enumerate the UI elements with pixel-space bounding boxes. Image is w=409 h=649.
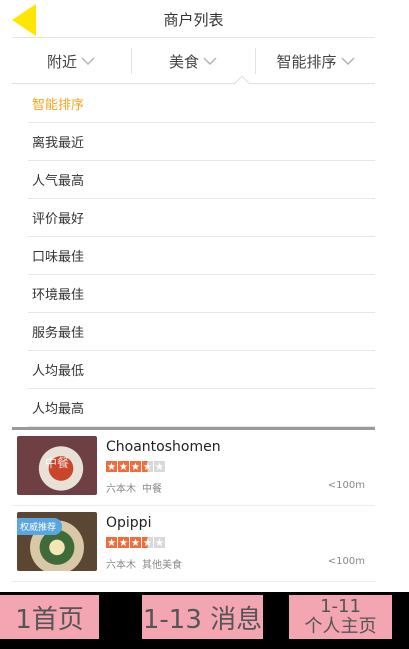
filter-category-label: 美食 — [168, 52, 199, 71]
sort-option-best-taste[interactable]: 口味最佳 — [28, 237, 375, 275]
star-icon — [142, 461, 153, 472]
sort-option-highest-price[interactable]: 人均最高 — [28, 389, 375, 427]
star-icon — [154, 461, 165, 472]
sort-option-popular[interactable]: 人气最高 — [28, 161, 375, 199]
tab-messages[interactable]: 1-13 消息 — [142, 595, 263, 639]
star-icon — [106, 537, 117, 548]
star-icon — [106, 461, 117, 472]
filter-sort[interactable]: 智能排序 — [256, 38, 375, 84]
merchant-thumbnail: 权威推荐 — [17, 512, 97, 571]
filter-distance[interactable]: 附近 — [12, 38, 130, 84]
page-title: 商户列表 — [163, 11, 224, 29]
tab-profile-label: 个人主页 — [304, 616, 377, 637]
sort-dropdown: 智能排序 离我最近 人气最高 评价最好 口味最佳 环境最佳 服务最佳 人均最低 … — [12, 85, 375, 427]
star-icon — [118, 537, 129, 548]
star-icon — [118, 461, 129, 472]
merchant-list: 中餐 Choantoshomen 六本木 中餐 <100m 权威推荐 Opippi… — [12, 430, 375, 582]
sort-option-best-rated[interactable]: 评价最好 — [28, 199, 375, 237]
chevron-down-icon — [203, 57, 217, 65]
merchant-area: 六本木 — [106, 484, 136, 495]
tab-profile[interactable]: 1-11 个人主页 — [289, 595, 392, 639]
merchant-name: Choantoshomen — [106, 439, 221, 455]
chevron-down-icon — [340, 57, 355, 65]
filter-bar: 附近 美食 智能排序 — [12, 38, 375, 84]
star-icon — [130, 461, 141, 472]
filter-distance-label: 附近 — [46, 52, 77, 71]
filter-category[interactable]: 美食 — [132, 38, 254, 84]
merchant-list-screen: 商户列表 附近 美食 智能排序 智能排序 离我最近 人气最高 评价最好 口味最佳… — [12, 0, 375, 592]
sort-option-smart[interactable]: 智能排序 — [28, 85, 375, 123]
tab-profile-number: 1-11 — [320, 596, 361, 617]
merchant-distance: <100m — [327, 556, 365, 567]
list-item[interactable]: 中餐 Choantoshomen 六本木 中餐 <100m — [12, 430, 375, 506]
star-rating — [106, 537, 166, 548]
sort-option-best-environment[interactable]: 环境最佳 — [28, 275, 375, 313]
filter-sort-label: 智能排序 — [276, 52, 337, 71]
sort-option-lowest-price[interactable]: 人均最低 — [28, 351, 375, 389]
merchant-meta: 六本木 中餐 — [106, 480, 168, 495]
thumbnail-caption: 中餐 — [44, 456, 69, 470]
recommend-badge: 权威推荐 — [17, 518, 63, 535]
merchant-meta: 六本木 其他美食 — [106, 556, 188, 571]
bottom-tab-bar: 1首页 1-13 消息 1-11 个人主页 — [0, 592, 409, 649]
merchant-category: 中餐 — [142, 484, 162, 495]
navigation-header: 商户列表 — [12, 0, 375, 38]
list-item[interactable]: 权威推荐 Opippi 六本木 其他美食 <100m — [12, 506, 375, 582]
star-icon — [142, 537, 153, 548]
star-icon — [154, 537, 165, 548]
star-icon — [130, 537, 141, 548]
chevron-down-icon — [81, 57, 95, 65]
sort-option-best-service[interactable]: 服务最佳 — [28, 313, 375, 351]
star-rating — [106, 461, 166, 472]
tab-home[interactable]: 1首页 — [0, 595, 99, 639]
sort-option-nearest[interactable]: 离我最近 — [28, 123, 375, 161]
merchant-category: 其他美食 — [142, 560, 182, 571]
merchant-area: 六本木 — [106, 560, 136, 571]
merchant-thumbnail: 中餐 — [17, 436, 97, 495]
merchant-name: Opippi — [106, 515, 152, 531]
merchant-distance: <100m — [327, 480, 365, 491]
